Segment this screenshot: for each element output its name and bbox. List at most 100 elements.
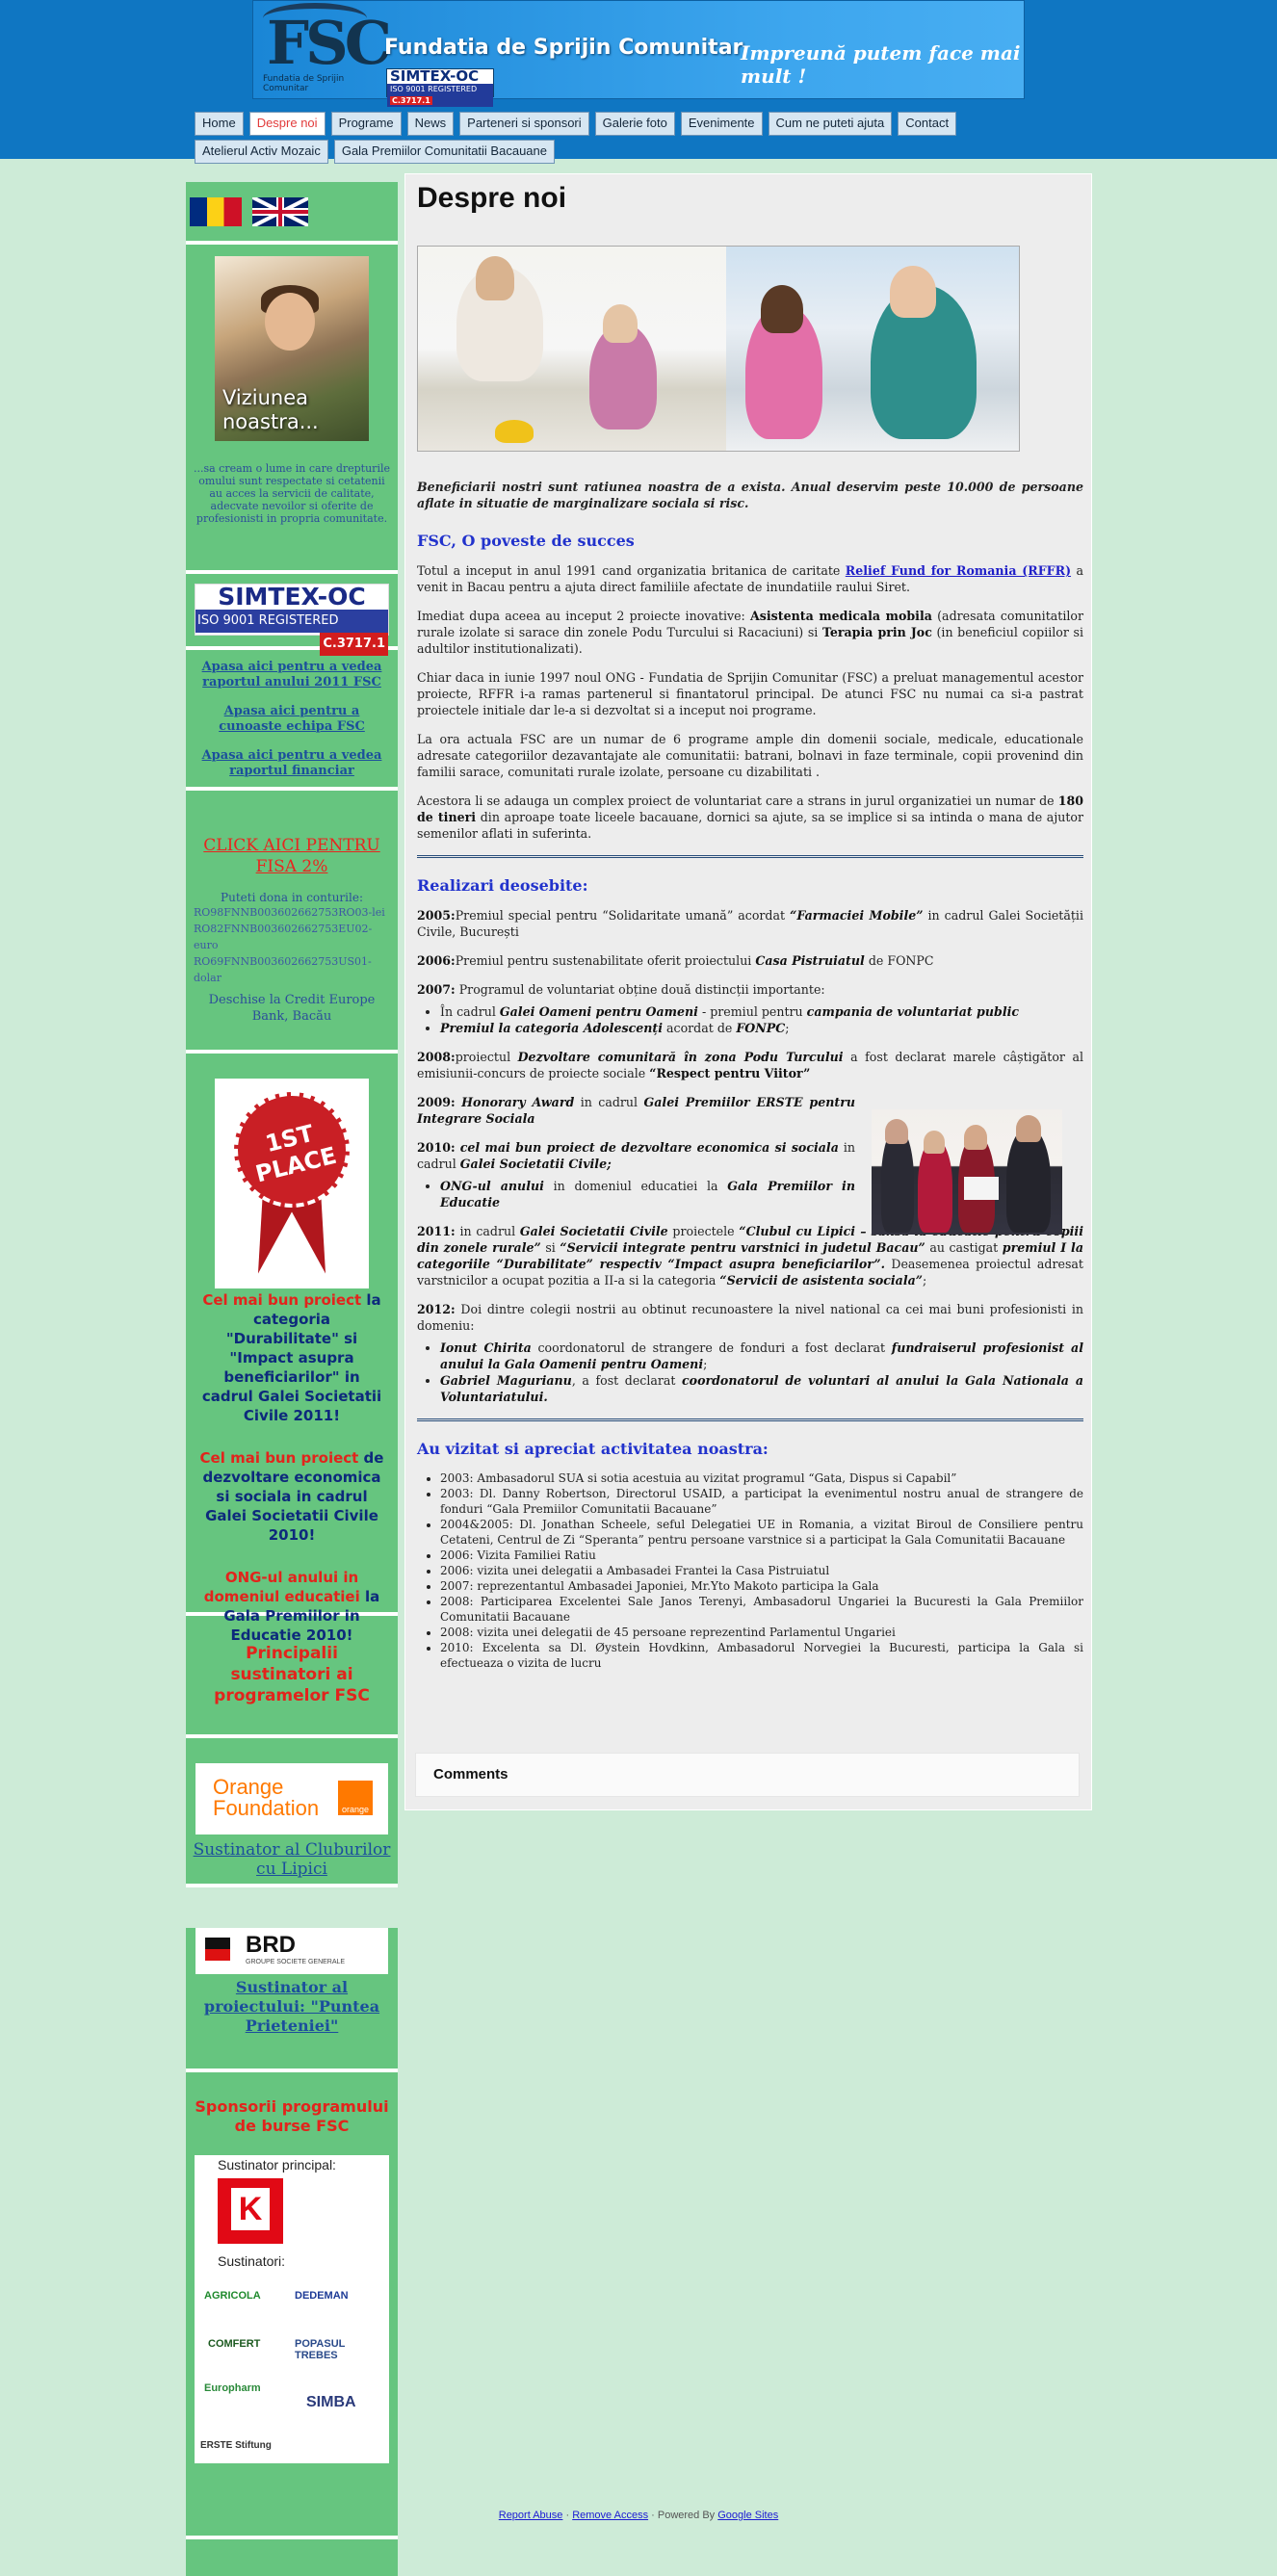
europharm-logo: Europharm: [204, 2382, 261, 2394]
brd-square-icon: [205, 1938, 230, 1961]
ach-2007-list: În cadrul Galei Oameni pentru Oameni - p…: [417, 1003, 1083, 1036]
visits-title: Au vizitat si apreciat activitatea noast…: [417, 1440, 769, 1458]
vision-image-text: Viziunea noastra...: [222, 386, 319, 433]
vision-text: ...sa cream o lume in care drepturile om…: [193, 462, 390, 525]
intro-block: Beneficiarii nostri sunt ratiunea noastr…: [417, 479, 1083, 524]
story-section: FSC, O poveste de succes Totul a inceput…: [417, 533, 1083, 1683]
ach-2005: 2005:Premiul special pentru “Solidaritat…: [417, 908, 1083, 939]
orange-box: Orange Foundation orange Sustinator al C…: [186, 1738, 398, 1887]
visits-list: 2003: Ambasadorul SUA si sotia acestuia …: [417, 1470, 1083, 1671]
remove-access-link[interactable]: Remove Access: [572, 2510, 648, 2521]
divider: [417, 1418, 1083, 1421]
tab-programe[interactable]: Programe: [330, 112, 402, 136]
sidebar-footer-box: [186, 2539, 398, 2576]
ach-2009: 2009: Honorary Award in cadrul Galei Pre…: [417, 1095, 855, 1126]
nav-row-1: Home Despre noi Programe News Parteneri …: [195, 112, 965, 136]
divider: [417, 855, 1083, 858]
tab-atelier[interactable]: Atelierul Activ Mozaic: [195, 140, 328, 164]
site-banner[interactable]: FSC Fundatia de Sprijin Comunitar Fundat…: [252, 0, 1025, 107]
logo-caption: Fundatia de Sprijin Comunitar: [263, 74, 345, 93]
rffr-link[interactable]: Relief Fund for Romania (RFFR): [846, 563, 1071, 578]
tab-cum-ajuta[interactable]: Cum ne puteti ajuta: [768, 112, 893, 136]
scholarship-title: Sponsorii programului de burse FSC: [195, 2097, 389, 2135]
vision-box: Viziunea noastra... ...sa cream o lume i…: [186, 245, 398, 574]
report-links-box: Apasa aici pentru a vedea raportul anulu…: [186, 650, 398, 791]
list-item: 2006: Vizita Familiei Ratiu: [440, 1548, 1083, 1563]
ach-2010: 2010: cel mai bun proiect de dezvoltare …: [417, 1140, 855, 1171]
flag-uk-icon[interactable]: [252, 197, 309, 226]
report-abuse-link[interactable]: Report Abuse: [499, 2510, 563, 2521]
ach-2012-list: Ionut Chirita coordonatorul de strangere…: [417, 1340, 1083, 1405]
page-title: Despre noi: [417, 182, 567, 214]
donation-title: Puteti dona in conturile:: [221, 891, 363, 904]
story-p5: Acestora li se adauga un complex proiect…: [417, 794, 1083, 841]
language-box: [186, 182, 398, 245]
simtex-side-badge[interactable]: SIMTEX-OC ISO 9001 REGISTERED C.3717.1: [195, 584, 389, 656]
financial-report-link[interactable]: Apasa aici pentru a vedea raportul finan…: [199, 748, 384, 779]
google-sites-link[interactable]: Google Sites: [717, 2510, 778, 2521]
simba-logo: SIMBA: [306, 2394, 356, 2410]
list-item: 2006: vizita unei delegatii a Ambasadei …: [440, 1563, 1083, 1578]
gala-photo: [872, 1109, 1062, 1235]
achievements-title: Realizari deosebite:: [417, 876, 588, 895]
list-item: 2003: Dl. Danny Robertson, Directorul US…: [440, 1486, 1083, 1517]
story-p1: Totul a inceput in anul 1991 cand organi…: [417, 563, 1083, 594]
list-item: 2004&2005: Dl. Jonathan Scheele, seful D…: [440, 1517, 1083, 1548]
simtex-badge: SIMTEX-OC ISO 9001 REGISTERED C.3717.1: [386, 68, 494, 107]
team-link[interactable]: Apasa aici pentru a cunoaste echipa FSC: [199, 704, 384, 735]
tab-news[interactable]: News: [406, 112, 455, 136]
kaufland-logo-icon: [218, 2178, 283, 2244]
comments-bar[interactable]: Comments: [415, 1753, 1080, 1797]
brd-support-link[interactable]: Sustinator al proiectului: "Puntea Priet…: [186, 1978, 398, 2036]
dedeman-logo: DEDEMAN: [295, 2290, 349, 2302]
banner-slogan: Impreună putem face mai mult !: [741, 41, 1021, 88]
header-bar: FSC Fundatia de Sprijin Comunitar Fundat…: [0, 0, 1277, 164]
account-dolar: RO69FNNB003602662753US01-dolar: [194, 955, 372, 984]
tab-parteneri[interactable]: Parteneri si sponsori: [459, 112, 589, 136]
intro-text: Beneficiarii nostri sunt ratiunea noastr…: [417, 480, 1083, 510]
agricola-logo: AGRICOLA: [204, 2290, 261, 2302]
list-item: Ionut Chirita coordonatorul de strangere…: [440, 1340, 1083, 1372]
list-item: 2010: Excelenta sa Dl. Øystein Hovdkinn,…: [440, 1640, 1083, 1671]
nav-row-2: Atelierul Activ Mozaic Gala Premiilor Co…: [195, 140, 965, 164]
ach-2010-list: ONG-ul anului in domeniul educatiei la G…: [417, 1178, 855, 1210]
sponsors-logos[interactable]: Sustinator principal: Sustinatori: AGRIC…: [195, 2155, 389, 2463]
footer: Report Abuse · Remove Access · Powered B…: [498, 2510, 779, 2521]
fisa-link[interactable]: CLICK AICI PENTRU FISA 2%: [192, 835, 392, 877]
list-item: 2003: Ambasadorul SUA si sotia acestuia …: [440, 1470, 1083, 1486]
header-photo: [417, 246, 1020, 452]
ach-2007: 2007: Programul de voluntariat obține do…: [417, 982, 825, 997]
list-item: Gabriel Magurianu, a fost declarat coord…: [440, 1372, 1083, 1405]
flag-ro-icon[interactable]: [190, 197, 242, 226]
tab-gala[interactable]: Gala Premiilor Comunitatii Bacauane: [333, 140, 555, 164]
popasul-logo: POPASUL TREBES: [295, 2338, 346, 2361]
sidebar: Viziunea noastra... ...sa cream o lume i…: [186, 182, 398, 2576]
powered-by-label: Powered By: [657, 2510, 716, 2521]
tab-contact[interactable]: Contact: [898, 112, 957, 136]
comfert-logo: COMFERT: [208, 2338, 261, 2350]
tab-galerie[interactable]: Galerie foto: [594, 112, 675, 136]
erste-logo: ERSTE Stiftung: [200, 2440, 272, 2451]
scholarship-box: Sponsorii programului de burse FSC Susti…: [186, 2072, 398, 2539]
tab-evenimente[interactable]: Evenimente: [680, 112, 763, 136]
first-place-ribbon-icon: 1ST PLACE: [215, 1079, 369, 1288]
ach-2012: 2012: Doi dintre colegii nostrii au obti…: [417, 1302, 1083, 1333]
award-2010: Cel mai bun proiect de dezvoltare econom…: [199, 1449, 384, 1544]
awards-box: 1ST PLACE Cel mai bun proiect la categor…: [186, 1054, 398, 1644]
brd-box: BRD GROUPE SOCIETE GENERALE Sustinator a…: [186, 1928, 398, 2072]
award-2011: Cel mai bun proiect la categoria "Durabi…: [201, 1291, 382, 1424]
brd-logo[interactable]: BRD GROUPE SOCIETE GENERALE: [195, 1928, 388, 1974]
list-item: În cadrul Galei Oameni pentru Oameni - p…: [440, 1003, 1083, 1020]
report-2011-link[interactable]: Apasa aici pentru a vedea raportul anulu…: [199, 660, 384, 690]
orange-foundation-logo[interactable]: Orange Foundation orange: [195, 1763, 388, 1834]
ach-2008: 2008:proiectul Dezvoltare comunitară în …: [417, 1050, 1083, 1080]
vision-image[interactable]: Viziunea noastra...: [215, 256, 369, 441]
tab-despre-noi[interactable]: Despre noi: [248, 112, 326, 136]
ach-2006: 2006:Premiul pentru sustenabilitate ofer…: [417, 953, 934, 968]
main-content: Despre noi Beneficiarii nostri sunt rati…: [404, 173, 1092, 1810]
tab-home[interactable]: Home: [195, 112, 244, 136]
supporters-title: Principalii sustinatori ai programelor F…: [214, 1644, 370, 1705]
donation-box: CLICK AICI PENTRU FISA 2% Puteti dona in…: [186, 791, 398, 1054]
story-p2: Imediat dupa aceea au inceput 2 proiecte…: [417, 609, 1084, 656]
orange-support-link[interactable]: Sustinator al Cluburilor cu Lipici: [186, 1840, 398, 1879]
